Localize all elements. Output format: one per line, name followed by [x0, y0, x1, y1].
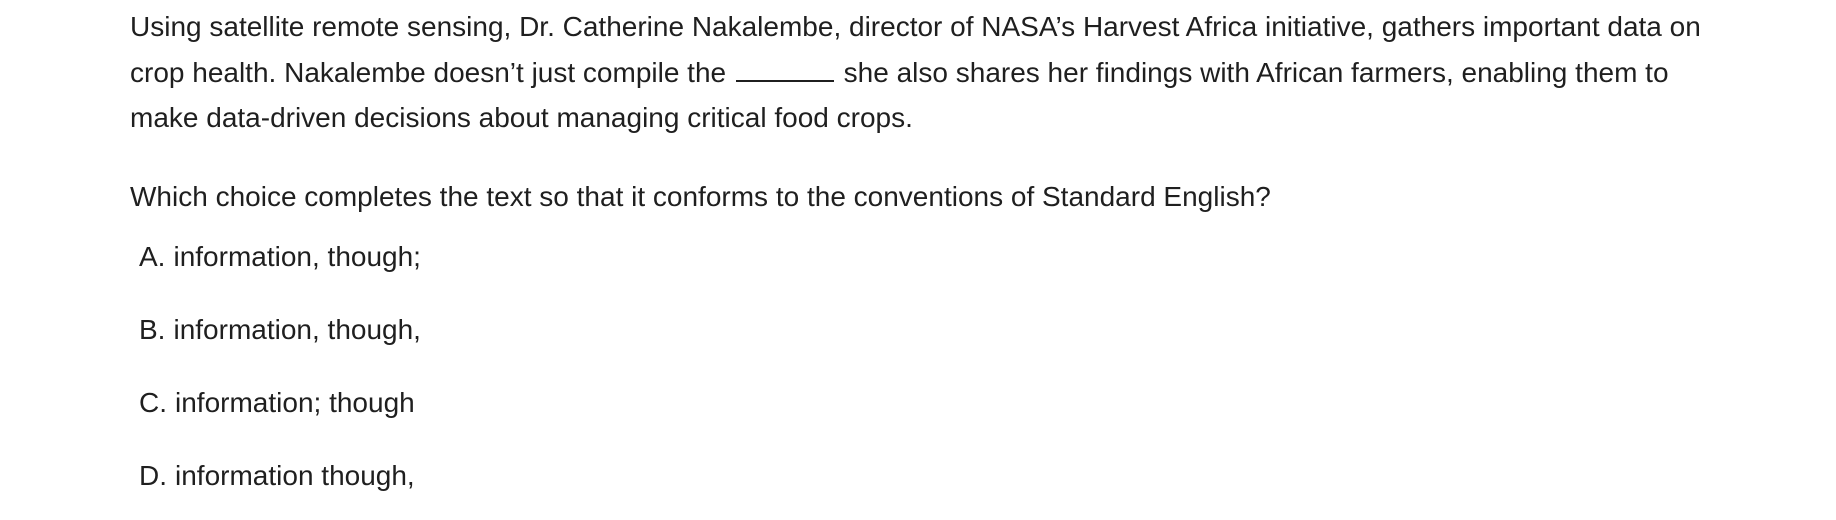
choice-text: information; though: [175, 387, 415, 418]
choice-letter: C.: [139, 387, 167, 418]
question-content: Using satellite remote sensing, Dr. Cath…: [130, 4, 1710, 495]
passage-text: Using satellite remote sensing, Dr. Cath…: [130, 4, 1710, 141]
choice-text: information though,: [175, 460, 415, 491]
choice-c[interactable]: C. information; though: [139, 384, 1710, 422]
choice-a[interactable]: A. information, though;: [139, 238, 1710, 276]
choice-text: information, though,: [173, 314, 421, 345]
choice-letter: D.: [139, 460, 167, 491]
choice-b[interactable]: B. information, though,: [139, 311, 1710, 349]
choice-letter: A.: [139, 241, 166, 272]
choice-letter: B.: [139, 314, 166, 345]
choice-d[interactable]: D. information though,: [139, 457, 1710, 495]
choice-text: information, though;: [173, 241, 421, 272]
answer-choices: A. information, though; B. information, th…: [130, 238, 1710, 495]
answer-blank: [735, 60, 834, 82]
question-prompt: Which choice completes the text so that …: [130, 180, 1271, 212]
